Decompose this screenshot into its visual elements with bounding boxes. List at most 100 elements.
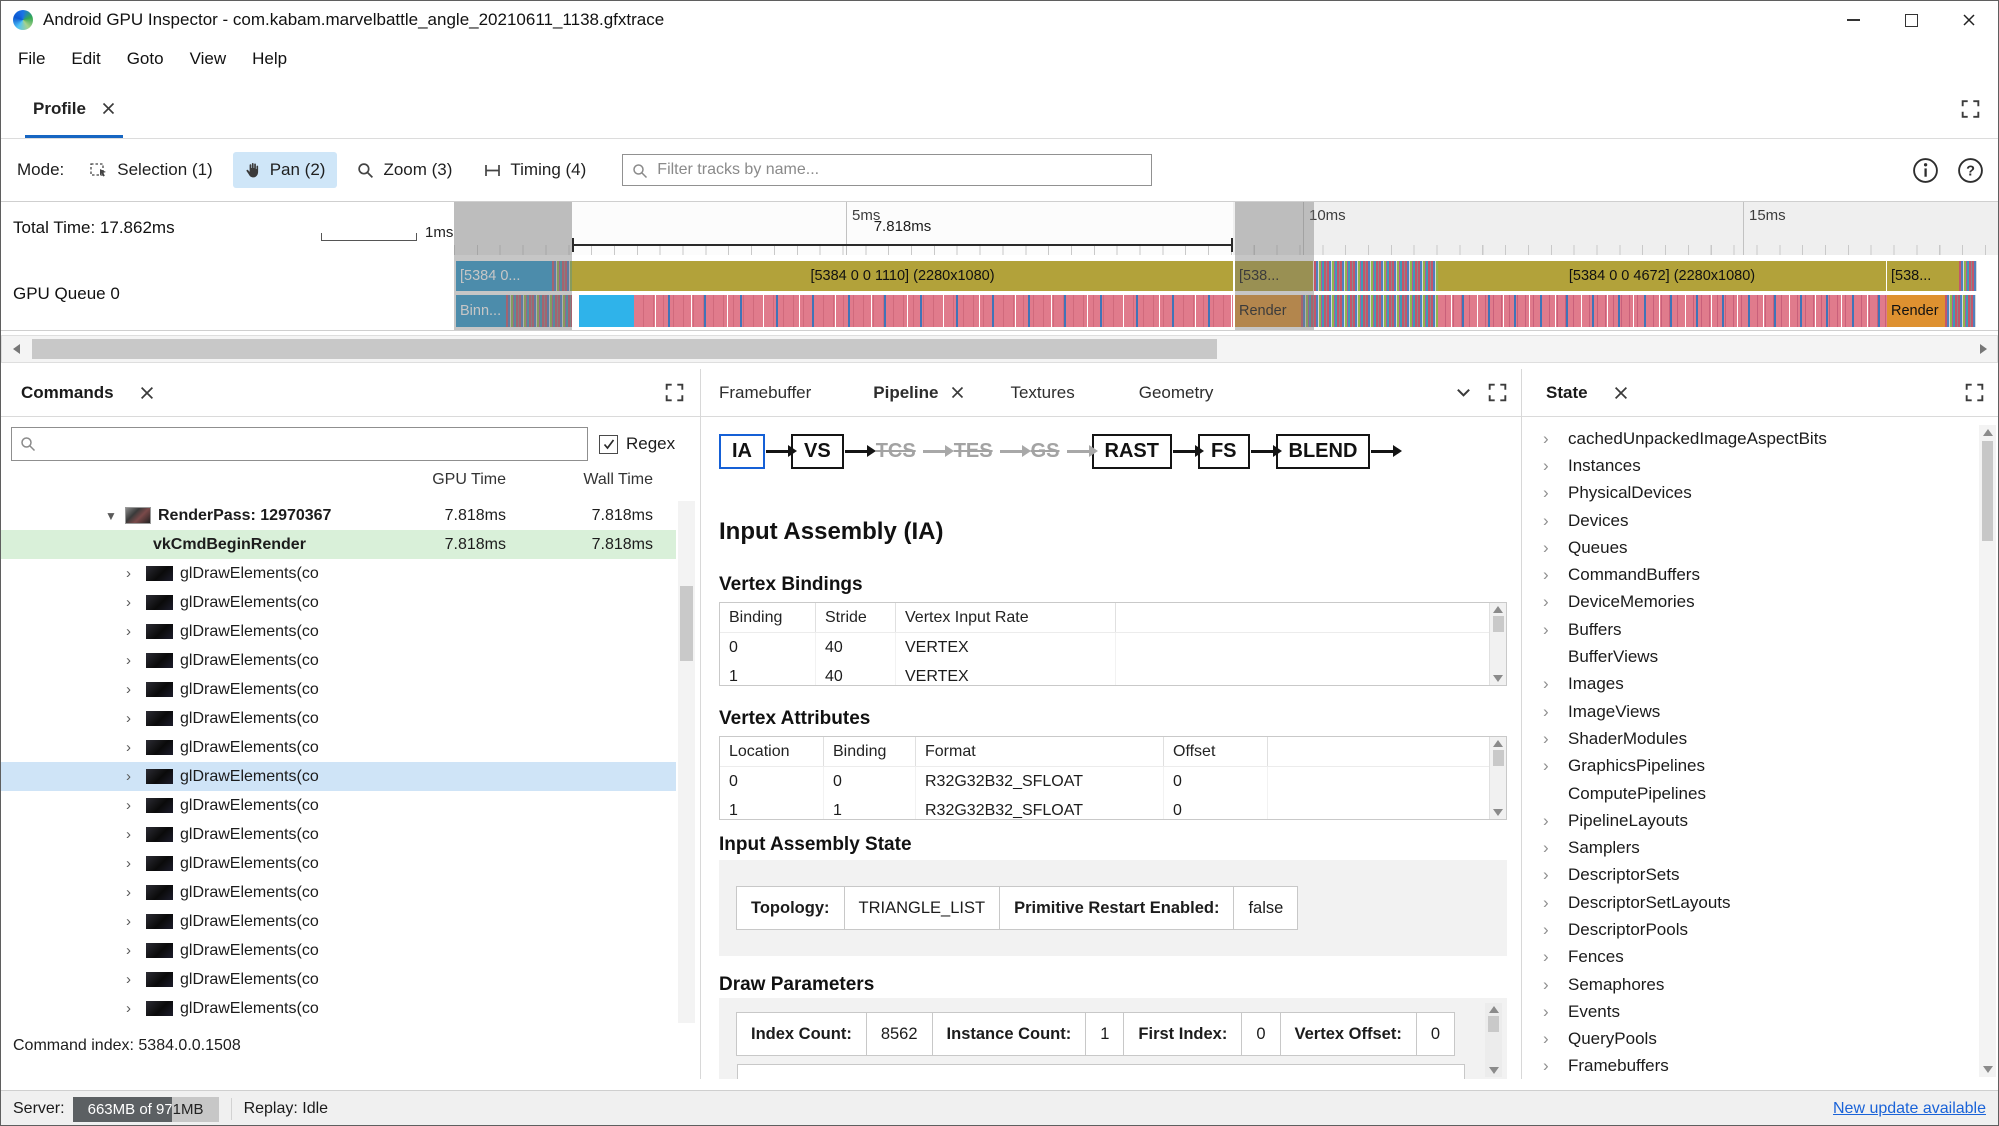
stage-button[interactable]: TES	[948, 436, 999, 467]
expander-icon[interactable]	[126, 739, 142, 756]
stage-button[interactable]: VS	[791, 434, 844, 469]
command-row[interactable]: glDrawElements(co	[1, 762, 676, 791]
command-row[interactable]: glDrawElements(co	[1, 704, 676, 733]
command-row[interactable]: glDrawElements(co	[1, 878, 676, 907]
stage-button[interactable]: RAST	[1091, 434, 1172, 469]
state-tree-item[interactable]: › Devices	[1522, 507, 1974, 534]
menu-item[interactable]: Help	[239, 42, 300, 76]
state-tree-item[interactable]: › DescriptorSetLayouts	[1522, 889, 1974, 916]
timeline-slice-renderpass-1110[interactable]: [5384 0 0 1110] (2280x1080)	[572, 261, 1233, 291]
stage-button[interactable]: GS	[1025, 436, 1066, 467]
expander-icon[interactable]	[126, 681, 142, 698]
chevron-right-icon[interactable]: ›	[1543, 511, 1568, 531]
section-scrollbar[interactable]	[1485, 1003, 1502, 1077]
command-row[interactable]: glDrawElements(co	[1, 849, 676, 878]
close-panel-button[interactable]	[1614, 386, 1628, 400]
table-row[interactable]: 1 40 VERTEX	[720, 662, 1506, 685]
chevron-right-icon[interactable]: ›	[1543, 729, 1568, 749]
chevron-right-icon[interactable]: ›	[1543, 1002, 1568, 1022]
command-row[interactable]: glDrawElements(co	[1, 936, 676, 965]
state-tree-item[interactable]: › DescriptorPools	[1522, 916, 1974, 943]
selection-mode-button[interactable]: Selection (1)	[78, 152, 224, 188]
chevron-right-icon[interactable]: ›	[1543, 483, 1568, 503]
table-scrollbar[interactable]	[1489, 603, 1506, 685]
chevron-right-icon[interactable]: ›	[1543, 538, 1568, 558]
command-row[interactable]: glDrawElements(co	[1, 965, 676, 994]
command-row[interactable]: vkCmdBeginRender 7.818ms 7.818ms	[1, 530, 676, 559]
update-available-link[interactable]: New update available	[1833, 1100, 1986, 1118]
scrollbar-thumb[interactable]	[680, 586, 693, 661]
expander-icon[interactable]	[126, 768, 142, 785]
state-tree-item[interactable]: › ImageViews	[1522, 698, 1974, 725]
table-row[interactable]: 0 0 R32G32B32_SFLOAT 0	[720, 767, 1506, 796]
chevron-right-icon[interactable]: ›	[1543, 674, 1568, 694]
expander-icon[interactable]	[126, 855, 142, 872]
arrow-down-icon[interactable]	[1493, 809, 1503, 816]
expander-icon[interactable]	[126, 652, 142, 669]
chevron-right-icon[interactable]: ›	[1543, 811, 1568, 831]
pan-mode-button[interactable]: Pan (2)	[232, 152, 338, 188]
chevron-down-icon[interactable]	[1455, 384, 1472, 401]
state-tree-item[interactable]: › Samplers	[1522, 834, 1974, 861]
state-tree-item[interactable]: › ComputePipelines	[1522, 780, 1974, 807]
state-tree-item[interactable]: › Events	[1522, 998, 1974, 1025]
timeline-slice-render-sub[interactable]: Render	[1887, 295, 1945, 327]
expander-icon[interactable]	[126, 1000, 142, 1017]
chevron-right-icon[interactable]: ›	[1543, 756, 1568, 776]
scrollbar-thumb[interactable]	[1492, 616, 1504, 632]
timeline-slice-draws[interactable]	[1438, 295, 1887, 327]
scrollbar-thumb[interactable]	[1488, 1016, 1499, 1032]
stage-button[interactable]: TCS	[870, 436, 922, 467]
chevron-right-icon[interactable]: ›	[1543, 1056, 1568, 1076]
state-tree-item[interactable]: › cachedUnpackedImageAspectBits	[1522, 425, 1974, 452]
state-tree-item[interactable]: › ShaderModules	[1522, 725, 1974, 752]
scrollbar-thumb[interactable]	[1982, 441, 1993, 541]
state-tree-item[interactable]: › Buffers	[1522, 616, 1974, 643]
chevron-right-icon[interactable]: ›	[1543, 702, 1568, 722]
chevron-right-icon[interactable]: ›	[1543, 865, 1568, 885]
expand-panel-button[interactable]	[665, 383, 684, 402]
timeline-slice-group[interactable]	[1314, 295, 1438, 327]
chevron-right-icon[interactable]: ›	[1543, 429, 1568, 449]
table-row[interactable]: 1 1 R32G32B32_SFLOAT 0	[720, 796, 1506, 819]
menu-item[interactable]: Edit	[58, 42, 113, 76]
regex-option[interactable]: Regex	[599, 434, 675, 454]
tab-profile[interactable]: Profile	[25, 79, 123, 138]
chevron-right-icon[interactable]: ›	[1543, 920, 1568, 940]
arrow-up-icon[interactable]	[1493, 740, 1503, 747]
expander-icon[interactable]	[126, 942, 142, 959]
menu-item[interactable]: File	[5, 42, 58, 76]
tab-framebuffer[interactable]: Framebuffer	[719, 383, 811, 403]
timeline-slice-draws[interactable]	[634, 295, 1233, 327]
stage-button[interactable]: FS	[1197, 434, 1250, 469]
close-panel-button[interactable]	[140, 386, 154, 400]
expander-icon[interactable]	[105, 507, 121, 524]
timeline-slice-group[interactable]	[1314, 261, 1438, 291]
state-tree-item[interactable]: › GraphicsPipelines	[1522, 753, 1974, 780]
scroll-right-button[interactable]	[1969, 336, 1997, 362]
scrollbar-thumb[interactable]	[1492, 750, 1504, 766]
help-icon[interactable]: ?	[1957, 157, 1984, 184]
timeline-horizontal-scrollbar[interactable]	[1, 335, 1998, 363]
stage-button[interactable]: BLEND	[1275, 434, 1371, 469]
command-row[interactable]: glDrawElements(co	[1, 820, 676, 849]
command-row[interactable]: glDrawElements(co	[1, 559, 676, 588]
expander-icon[interactable]	[126, 565, 142, 582]
table-row[interactable]: 0 40 VERTEX	[720, 633, 1506, 662]
maximize-button[interactable]	[1882, 1, 1940, 39]
chevron-right-icon[interactable]: ›	[1543, 456, 1568, 476]
timeline-slice-renderpass-4672[interactable]: [5384 0 0 4672] (2280x1080)	[1438, 261, 1886, 291]
command-row[interactable]: glDrawElements(co	[1, 791, 676, 820]
expand-panel-button[interactable]	[1965, 383, 1984, 402]
zoom-mode-button[interactable]: Zoom (3)	[345, 152, 464, 188]
state-tree-item[interactable]: › PipelineLayouts	[1522, 807, 1974, 834]
command-row[interactable]: glDrawElements(co	[1, 588, 676, 617]
expander-icon[interactable]	[126, 797, 142, 814]
expand-icon[interactable]	[1961, 99, 1980, 118]
expander-icon[interactable]	[126, 884, 142, 901]
arrow-up-icon[interactable]	[1982, 429, 1993, 436]
command-row[interactable]: glDrawElements(co	[1, 994, 676, 1023]
command-row[interactable]: glDrawElements(co	[1, 733, 676, 762]
timeline-slice-group[interactable]	[1945, 295, 1976, 327]
scroll-left-button[interactable]	[2, 336, 30, 362]
